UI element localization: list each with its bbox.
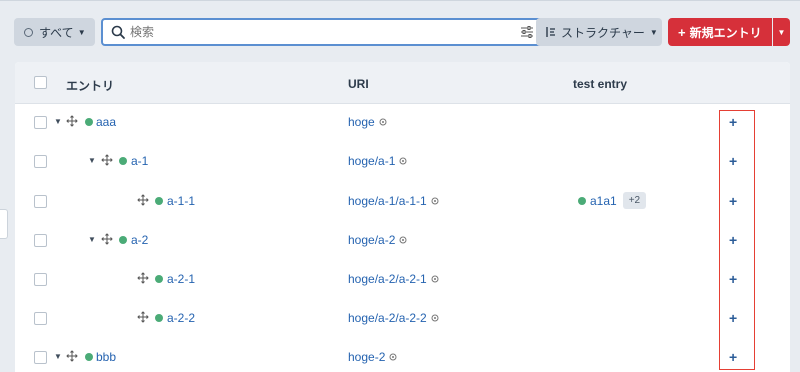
uri-link[interactable]: hoge/a-2 bbox=[348, 233, 407, 247]
chevron-down-icon: ▼ bbox=[777, 27, 786, 37]
chevron-down-icon[interactable]: ▼ bbox=[88, 156, 96, 165]
drag-handle-icon[interactable] bbox=[137, 194, 149, 206]
uri-link[interactable]: hoge/a-1 bbox=[348, 154, 407, 168]
table-header: エントリ URI test entry bbox=[15, 62, 790, 104]
external-link-icon bbox=[379, 118, 387, 126]
select-all-checkbox[interactable] bbox=[34, 76, 47, 89]
status-dot bbox=[119, 157, 127, 165]
search-icon bbox=[111, 25, 125, 39]
status-dot bbox=[578, 196, 586, 205]
entry-link[interactable]: a-1 bbox=[131, 154, 148, 168]
table-row[interactable]: a-1-1 hoge/a-1/a-1-1 a1a1 +2 + bbox=[15, 183, 790, 223]
uri-text: hoge/a-1 bbox=[348, 154, 396, 168]
entry-link[interactable]: a-2-1 bbox=[167, 272, 195, 286]
sort-tree-icon bbox=[546, 27, 555, 37]
uri-text: hoge-2 bbox=[348, 350, 386, 364]
row-checkbox[interactable] bbox=[34, 312, 47, 325]
external-link-icon bbox=[431, 314, 439, 322]
test-entry-link[interactable]: a1a1 bbox=[590, 194, 617, 208]
table-row[interactable]: ▼ aaa hoge + bbox=[15, 104, 790, 144]
uri-link[interactable]: hoge/a-2/a-2-2 bbox=[348, 311, 439, 325]
table-row[interactable]: ▼ a-1 hoge/a-1 + bbox=[15, 143, 790, 183]
toolbar: すべて ▼ ストラクチャー ▼ + 新規エントリ ▼ bbox=[14, 18, 790, 46]
chevron-down-icon[interactable]: ▼ bbox=[88, 235, 96, 244]
status-dot bbox=[85, 118, 93, 126]
status-filter-label: すべて bbox=[39, 25, 74, 40]
chevron-down-icon[interactable]: ▼ bbox=[54, 352, 62, 361]
external-link-icon bbox=[389, 353, 397, 361]
chevron-down-icon: ▼ bbox=[77, 27, 86, 37]
drag-handle-icon[interactable] bbox=[66, 115, 78, 127]
entry-link[interactable]: bbb bbox=[96, 350, 116, 364]
external-link-icon bbox=[431, 275, 439, 283]
uri-text: hoge/a-2 bbox=[348, 233, 396, 247]
header-entry: エントリ bbox=[66, 79, 115, 93]
test-entry-cell: a1a1 +2 bbox=[578, 192, 647, 209]
status-dot bbox=[155, 275, 163, 283]
chevron-down-icon: ▼ bbox=[649, 27, 658, 37]
table-row[interactable]: a-2-2 hoge/a-2/a-2-2 + bbox=[15, 300, 790, 340]
table-row[interactable]: a-2-1 hoge/a-2/a-2-1 + bbox=[15, 261, 790, 301]
structure-button[interactable]: ストラクチャー ▼ bbox=[536, 18, 662, 46]
status-filter-button[interactable]: すべて ▼ bbox=[14, 18, 95, 46]
entry-link[interactable]: a-2-2 bbox=[167, 311, 195, 325]
new-entry-dropdown-button[interactable]: ▼ bbox=[773, 18, 790, 46]
uri-link[interactable]: hoge/a-2/a-2-1 bbox=[348, 272, 439, 286]
new-entry-label: 新規エントリ bbox=[689, 25, 762, 40]
drag-handle-icon[interactable] bbox=[101, 154, 113, 166]
more-count-badge[interactable]: +2 bbox=[622, 192, 647, 209]
status-dot bbox=[155, 314, 163, 322]
uri-link[interactable]: hoge/a-1/a-1-1 bbox=[348, 194, 439, 208]
filter-settings-icon[interactable] bbox=[520, 26, 534, 38]
header-uri: URI bbox=[348, 77, 369, 91]
external-link-icon bbox=[399, 236, 407, 244]
drag-handle-icon[interactable] bbox=[137, 311, 149, 323]
entry-link[interactable]: aaa bbox=[96, 115, 116, 129]
table-row[interactable]: ▼ bbb hoge-2 + bbox=[15, 339, 790, 372]
header-test-entry: test entry bbox=[573, 77, 628, 91]
search-box bbox=[101, 18, 544, 46]
chevron-down-icon[interactable]: ▼ bbox=[54, 117, 62, 126]
side-panel-tab[interactable] bbox=[0, 209, 8, 239]
status-dot bbox=[155, 197, 163, 205]
new-entry-button[interactable]: + 新規エントリ bbox=[668, 18, 772, 46]
entry-link[interactable]: a-1-1 bbox=[167, 194, 195, 208]
search-input[interactable] bbox=[130, 25, 510, 39]
uri-link[interactable]: hoge-2 bbox=[348, 350, 397, 364]
row-checkbox[interactable] bbox=[34, 234, 47, 247]
structure-label: ストラクチャー bbox=[561, 25, 645, 40]
circle-icon bbox=[24, 27, 33, 37]
table-row[interactable]: ▼ a-2 hoge/a-2 + bbox=[15, 222, 790, 262]
drag-handle-icon[interactable] bbox=[101, 233, 113, 245]
drag-handle-icon[interactable] bbox=[66, 350, 78, 362]
uri-text: hoge bbox=[348, 115, 375, 129]
row-checkbox[interactable] bbox=[34, 351, 47, 364]
row-checkbox[interactable] bbox=[34, 273, 47, 286]
top-border bbox=[0, 0, 800, 1]
row-checkbox[interactable] bbox=[34, 116, 47, 129]
uri-text: hoge/a-2/a-2-2 bbox=[348, 311, 427, 325]
row-checkbox[interactable] bbox=[34, 195, 47, 208]
entries-table: エントリ URI test entry ▼ aaa hoge + ▼ a-1 h… bbox=[15, 62, 790, 372]
external-link-icon bbox=[431, 197, 439, 205]
plus-icon: + bbox=[678, 24, 686, 40]
external-link-icon bbox=[399, 157, 407, 165]
drag-handle-icon[interactable] bbox=[137, 272, 149, 284]
uri-link[interactable]: hoge bbox=[348, 115, 387, 129]
status-dot bbox=[85, 353, 93, 361]
uri-text: hoge/a-1/a-1-1 bbox=[348, 194, 427, 208]
add-column-highlight bbox=[719, 110, 755, 370]
status-dot bbox=[119, 236, 127, 244]
entry-link[interactable]: a-2 bbox=[131, 233, 148, 247]
row-checkbox[interactable] bbox=[34, 155, 47, 168]
uri-text: hoge/a-2/a-2-1 bbox=[348, 272, 427, 286]
